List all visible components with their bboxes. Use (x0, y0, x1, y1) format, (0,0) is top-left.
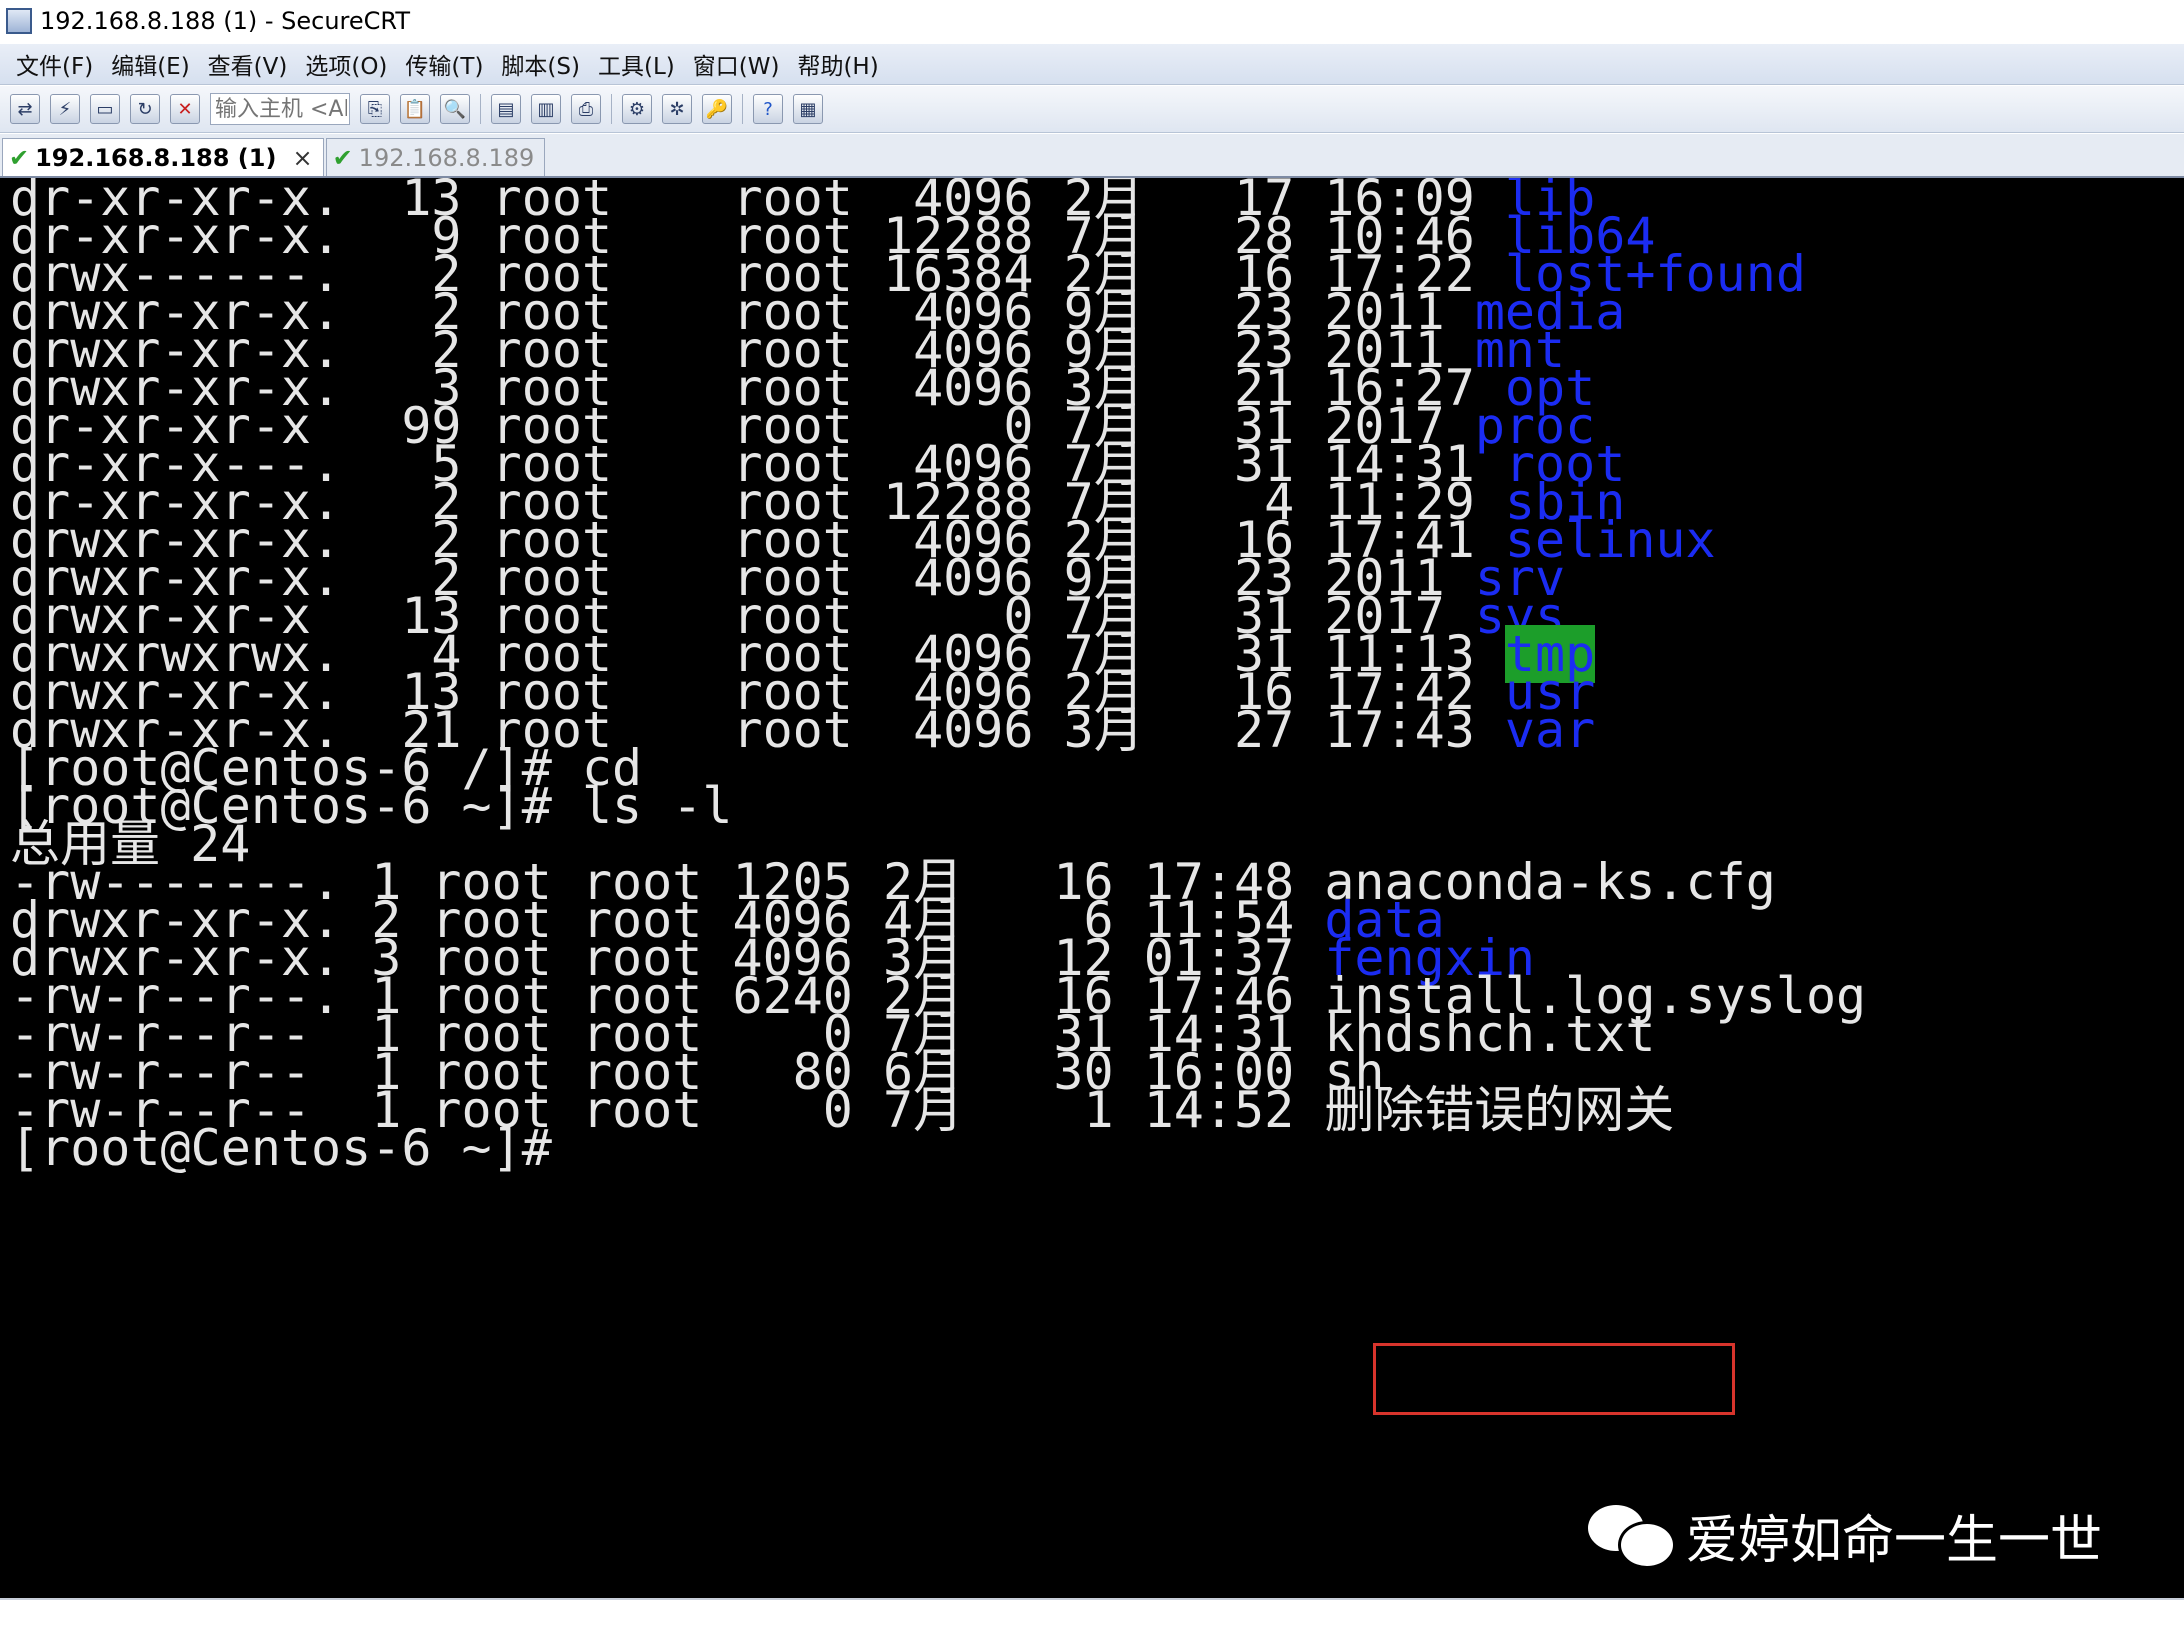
menu-options[interactable]: 选项(O) (303, 47, 389, 81)
connected-check-icon: ✔ (9, 143, 30, 172)
close-tab-icon[interactable]: × (292, 144, 312, 172)
title-bar: 192.168.8.188 (1) - SecureCRT (0, 0, 2184, 42)
toolbar-separator (611, 94, 612, 124)
help-icon[interactable]: ? (753, 94, 783, 124)
menu-file[interactable]: 文件(F) (14, 47, 95, 81)
menu-transfer[interactable]: 传输(T) (403, 47, 485, 81)
quick-connect-icon[interactable]: ⚡ (50, 94, 80, 124)
find-icon[interactable]: 🔍 (440, 94, 470, 124)
terminal-line: [root@Centos-6 ~]# (10, 1122, 552, 1175)
tab-session-188[interactable]: ✔ 192.168.8.188 (1) × (2, 138, 324, 176)
connect-tab-icon[interactable]: ▭ (90, 94, 120, 124)
tab-label: 192.168.8.189 (358, 143, 535, 172)
copy-icon[interactable]: ⎘ (360, 94, 390, 124)
status-bar (0, 1598, 2184, 1643)
menu-script[interactable]: 脚本(S) (499, 47, 582, 81)
menu-bar: 文件(F) 编辑(E) 查看(V) 选项(O) 传输(T) 脚本(S) 工具(L… (0, 44, 2184, 85)
toolbar-separator (742, 94, 743, 124)
print-screen-icon[interactable]: ▤ (491, 94, 521, 124)
disconnect-icon[interactable]: ✕ (170, 94, 200, 124)
session-tab-bar: ✔ 192.168.8.188 (1) × ✔ 192.168.8.189 (0, 134, 2184, 178)
wechat-watermark: 爱婷如命一生一世 (1588, 1500, 2103, 1571)
host-input[interactable] (210, 93, 350, 125)
global-options-icon[interactable]: ✲ (662, 94, 692, 124)
toolbar-separator (480, 94, 481, 124)
connected-check-icon: ✔ (332, 143, 353, 172)
watermark-text: 爱婷如命一生一世 (1686, 1510, 2103, 1571)
terminal-output[interactable]: dr-xr-xr-x. 13 root root 4096 2月 17 16:0… (0, 178, 2184, 1598)
annotation-highlight-box (1373, 1343, 1735, 1415)
print-selection-icon[interactable]: ▥ (531, 94, 561, 124)
securecrt-app-icon (6, 8, 32, 34)
wechat-icon (1588, 1503, 1676, 1569)
menu-window[interactable]: 窗口(W) (691, 47, 782, 81)
sftp-icon[interactable]: ▦ (793, 94, 823, 124)
menu-help[interactable]: 帮助(H) (795, 47, 880, 81)
menu-view[interactable]: 查看(V) (206, 47, 290, 81)
paste-icon[interactable]: 📋 (400, 94, 430, 124)
tab-session-189[interactable]: ✔ 192.168.8.189 (325, 138, 546, 176)
session-options-icon[interactable]: ⚙ (622, 94, 652, 124)
menu-tools[interactable]: 工具(L) (596, 47, 677, 81)
window-title: 192.168.8.188 (1) - SecureCRT (40, 7, 410, 35)
keymap-icon[interactable]: 🔑 (702, 94, 732, 124)
file-name: 删除错误的网关 (1324, 1081, 1675, 1139)
terminal-line-text: [root@Centos-6 ~]# (10, 1119, 552, 1177)
menu-edit[interactable]: 编辑(E) (109, 47, 191, 81)
reconnect-icon[interactable]: ↻ (130, 94, 160, 124)
file-name: var (1504, 701, 1596, 759)
print-icon[interactable]: ⎙ (571, 94, 601, 124)
tab-label: 192.168.8.188 (1) (35, 143, 277, 172)
toolbar: ⇄ ⚡ ▭ ↻ ✕ ⎘ 📋 🔍 ▤ ▥ ⎙ ⚙ ✲ 🔑 ? ▦ (0, 86, 2184, 133)
connect-icon[interactable]: ⇄ (10, 94, 40, 124)
